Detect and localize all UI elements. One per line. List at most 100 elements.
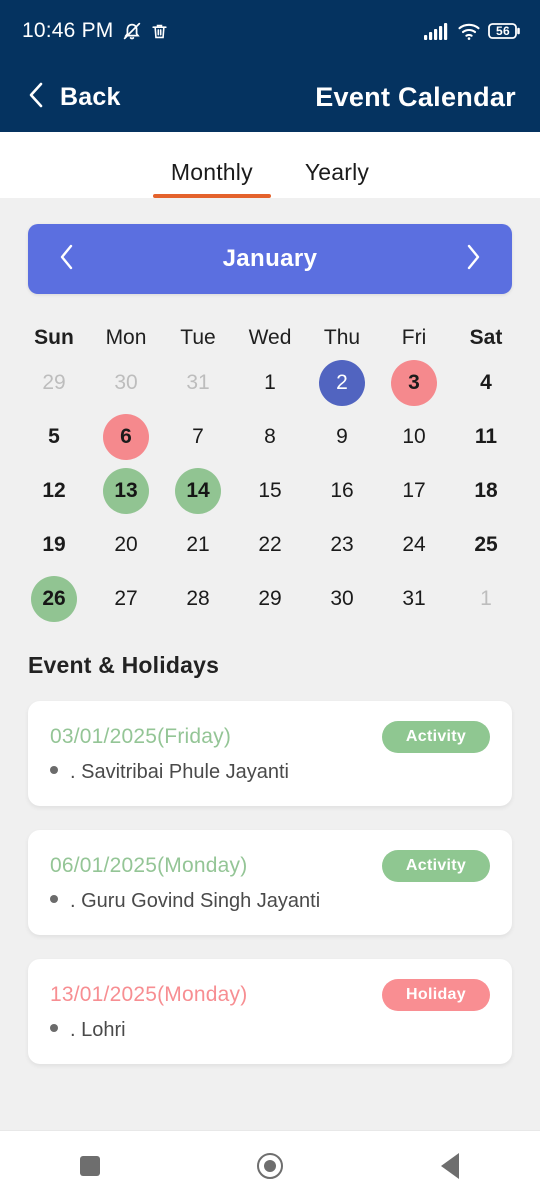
calendar-day-number: 23 <box>330 533 354 556</box>
calendar-day-cell[interactable]: 27 <box>90 572 162 626</box>
calendar-day-cell[interactable]: 19 <box>18 518 90 572</box>
calendar-day-number: 30 <box>330 587 354 610</box>
status-bar: 10:46 PM 56 <box>0 0 540 62</box>
calendar-day-cell[interactable]: 4 <box>450 356 522 410</box>
tab-inactive-indicator <box>287 194 387 198</box>
calendar-day-cell[interactable]: 21 <box>162 518 234 572</box>
calendar-week-row: 19 20 21 22 23 24 25 <box>18 518 522 572</box>
trash-icon <box>150 22 169 41</box>
current-month-label: January <box>222 245 318 272</box>
calendar-day-cell[interactable]: 31 <box>162 356 234 410</box>
app-bar: Back Event Calendar <box>0 62 540 132</box>
recents-button[interactable] <box>55 1131 125 1200</box>
calendar-day-cell[interactable]: 16 <box>306 464 378 518</box>
calendar-day-number: 26 <box>31 576 77 622</box>
calendar-day-cell[interactable]: 30 <box>306 572 378 626</box>
calendar-day-cell[interactable]: 12 <box>18 464 90 518</box>
calendar-day-cell[interactable]: 2 <box>306 356 378 410</box>
calendar-day-cell[interactable]: 15 <box>234 464 306 518</box>
calendar-day-number: 16 <box>330 479 354 502</box>
status-bar-left: 10:46 PM <box>22 19 169 43</box>
weekday-sat: Sat <box>469 326 503 349</box>
calendar-week-row: 29 30 31 1 2 3 4 <box>18 356 522 410</box>
calendar-day-cell[interactable]: 7 <box>162 410 234 464</box>
calendar-day-cell[interactable]: 6 <box>90 410 162 464</box>
android-nav-bar <box>0 1130 540 1200</box>
calendar-day-cell[interactable]: 11 <box>450 410 522 464</box>
event-card[interactable]: 06/01/2025(Monday) Activity . Guru Govind … <box>28 830 512 935</box>
status-time: 10:46 PM <box>22 19 114 42</box>
home-button[interactable] <box>235 1131 305 1200</box>
calendar-grid: Sun Mon Tue Wed Thu Fri Sat 29 30 31 1 2 3 4 5 6… <box>18 316 522 626</box>
calendar-day-cell[interactable]: 26 <box>18 572 90 626</box>
calendar-day-number: 8 <box>264 425 276 448</box>
calendar-day-cell[interactable]: 14 <box>162 464 234 518</box>
bullet-icon <box>50 766 58 774</box>
wifi-icon <box>457 21 481 41</box>
calendar-day-number: 29 <box>258 587 282 610</box>
calendar-day-cell[interactable]: 1 <box>234 356 306 410</box>
calendar-day-cell[interactable]: 3 <box>378 356 450 410</box>
event-card[interactable]: 13/01/2025(Monday) Holiday . Lohri <box>28 959 512 1064</box>
event-card[interactable]: 03/01/2025(Friday) Activity . Savitribai P… <box>28 701 512 806</box>
event-item-label: . Guru Govind Singh Jayanti <box>70 890 321 912</box>
weekday-fri: Fri <box>401 326 427 349</box>
calendar-day-number: 15 <box>258 479 282 502</box>
calendar-day-number: 20 <box>114 533 138 556</box>
calendar-day-number: 14 <box>175 468 221 514</box>
calendar-day-cell[interactable]: 28 <box>162 572 234 626</box>
tab-yearly-label: Yearly <box>304 159 370 185</box>
calendar-day-cell[interactable]: 10 <box>378 410 450 464</box>
event-card-header: 03/01/2025(Friday) Activity <box>50 721 490 753</box>
back-nav-button[interactable] <box>415 1131 485 1200</box>
back-button[interactable]: Back <box>26 80 121 115</box>
tab-yearly[interactable]: Yearly <box>279 159 395 198</box>
event-type-badge[interactable]: Activity <box>382 721 490 753</box>
calendar-weekday-header: Sun Mon Tue Wed Thu Fri Sat <box>18 316 522 356</box>
calendar-day-cell[interactable]: 18 <box>450 464 522 518</box>
square-icon <box>80 1155 100 1176</box>
calendar-day-cell[interactable]: 20 <box>90 518 162 572</box>
calendar-day-number: 6 <box>103 414 149 460</box>
calendar-day-cell[interactable]: 13 <box>90 464 162 518</box>
calendar-day-number: 1 <box>480 587 492 610</box>
calendar-day-number: 4 <box>480 371 492 394</box>
calendar-day-cell[interactable]: 25 <box>450 518 522 572</box>
calendar-day-cell[interactable]: 17 <box>378 464 450 518</box>
app-screen: 10:46 PM 56 Back Event Calendar Monthly … <box>0 0 540 1200</box>
event-item-label: . Savitribai Phule Jayanti <box>70 761 290 783</box>
signal-icon <box>424 21 450 41</box>
calendar-week-row: 26 27 28 29 30 31 1 <box>18 572 522 626</box>
calendar-day-cell[interactable]: 9 <box>306 410 378 464</box>
calendar-day-number: 31 <box>402 587 426 610</box>
circle-icon <box>257 1152 283 1179</box>
calendar-day-number: 18 <box>474 479 498 502</box>
calendar-day-cell[interactable]: 29 <box>234 572 306 626</box>
event-type-badge[interactable]: Holiday <box>382 979 490 1011</box>
event-type-badge[interactable]: Activity <box>382 850 490 882</box>
event-card-header: 13/01/2025(Monday) Holiday <box>50 979 490 1011</box>
calendar-day-number: 1 <box>264 371 276 394</box>
event-item-label: . Lohri <box>70 1019 126 1041</box>
calendar-day-cell[interactable]: 29 <box>18 356 90 410</box>
calendar-day-cell[interactable]: 8 <box>234 410 306 464</box>
calendar-day-cell[interactable]: 31 <box>378 572 450 626</box>
calendar-day-number: 30 <box>114 371 138 394</box>
calendar-day-cell[interactable]: 5 <box>18 410 90 464</box>
previous-month-button[interactable] <box>50 242 84 276</box>
calendar-day-cell[interactable]: 30 <box>90 356 162 410</box>
calendar-day-cell[interactable]: 24 <box>378 518 450 572</box>
weekday-wed: Wed <box>248 326 292 349</box>
tab-monthly[interactable]: Monthly <box>145 159 279 198</box>
tab-monthly-label: Monthly <box>170 159 253 185</box>
next-month-button[interactable] <box>456 242 490 276</box>
calendar-day-cell[interactable]: 22 <box>234 518 306 572</box>
page-title: Event Calendar <box>315 81 516 112</box>
event-list: 03/01/2025(Friday) Activity . Savitribai P… <box>28 701 512 1064</box>
bell-muted-icon <box>121 20 143 42</box>
calendar-day-number: 2 <box>319 360 365 406</box>
calendar-day-cell[interactable]: 23 <box>306 518 378 572</box>
calendar-day-cell[interactable]: 1 <box>450 572 522 626</box>
battery-level: 56 <box>496 24 510 38</box>
calendar-day-number: 5 <box>48 425 60 448</box>
